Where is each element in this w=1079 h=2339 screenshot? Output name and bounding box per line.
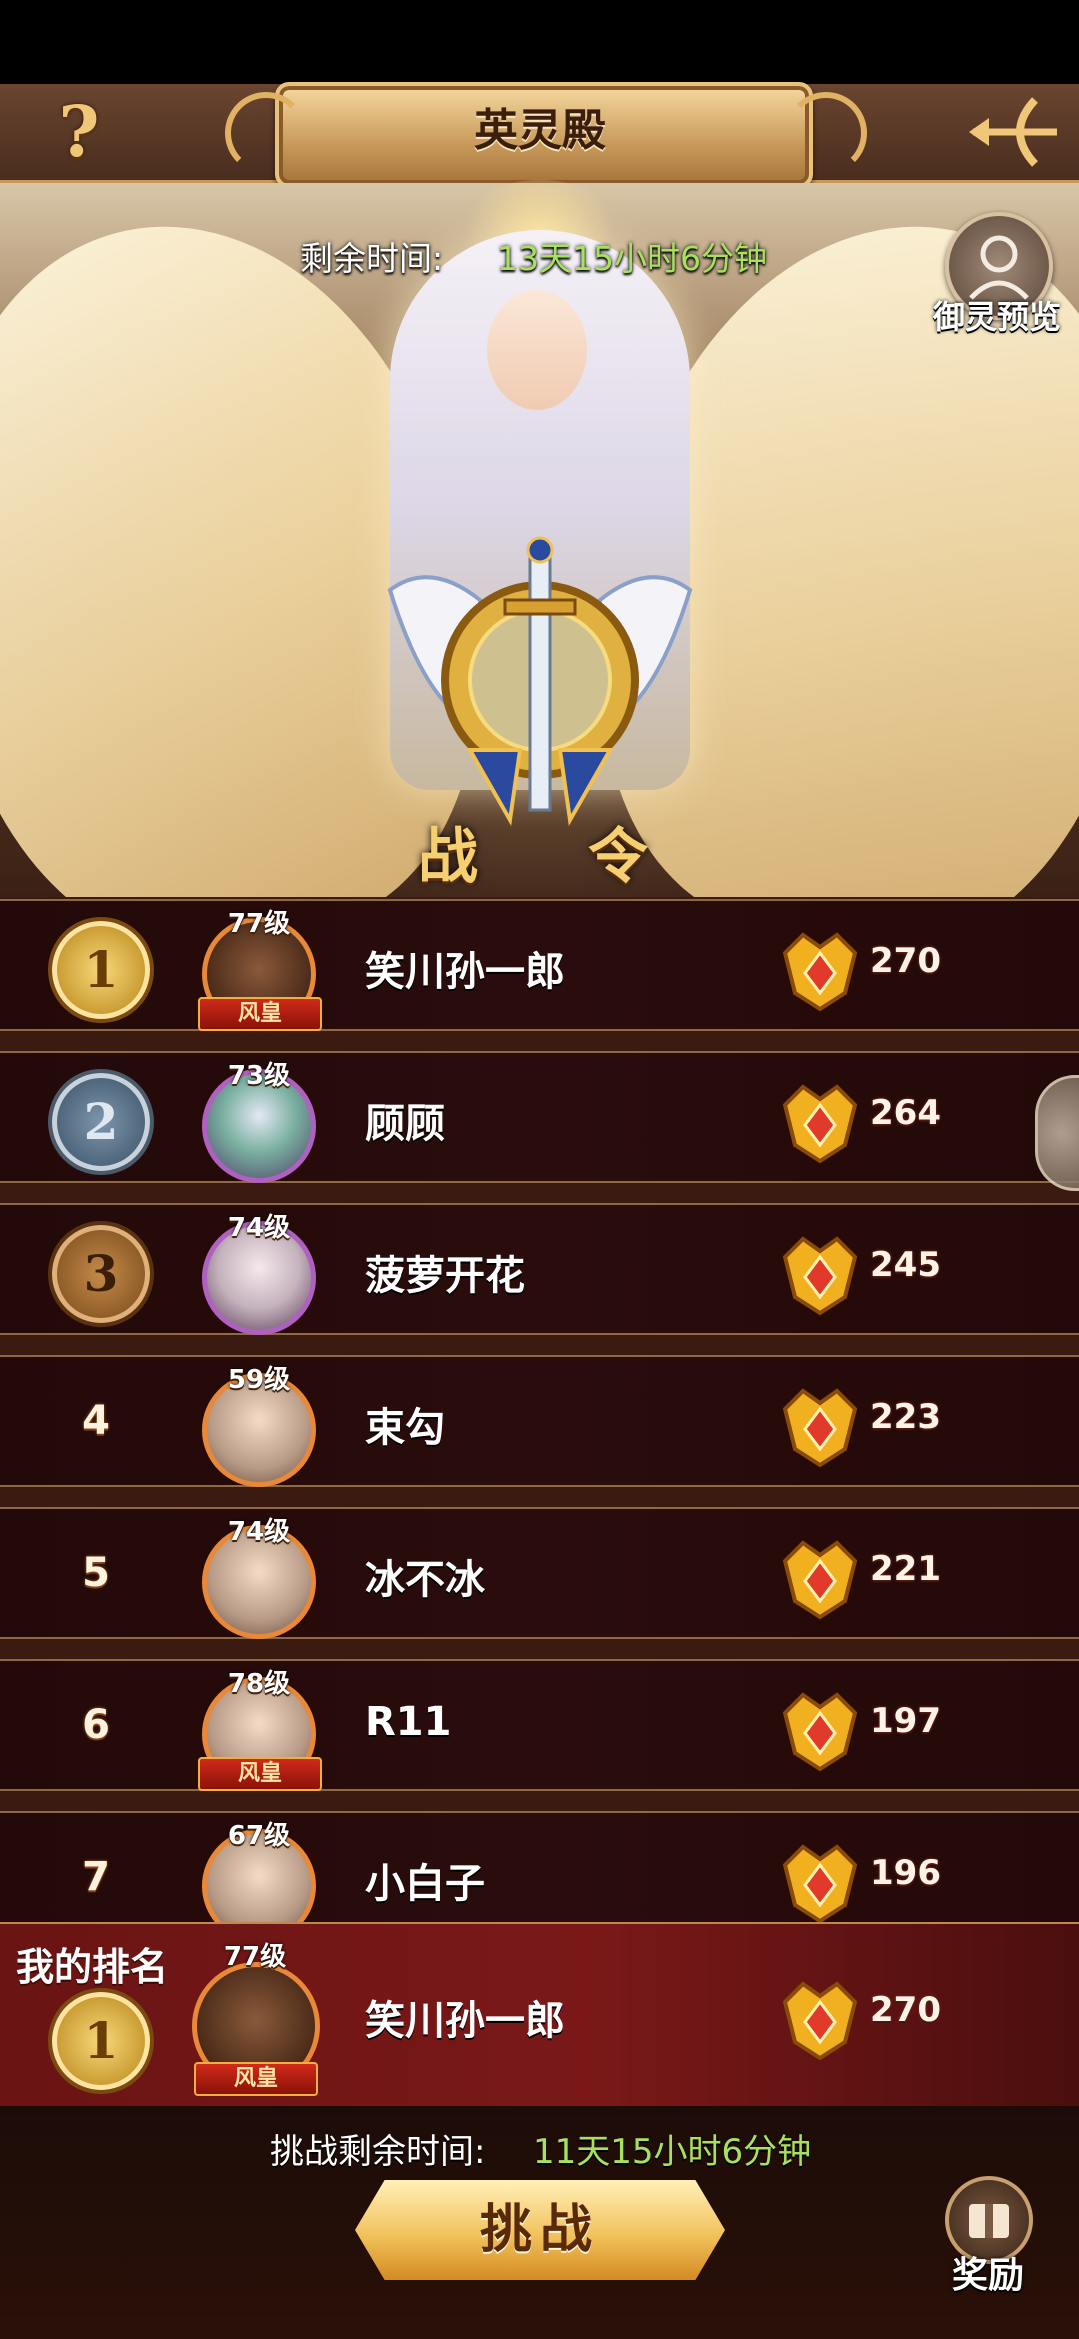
player-level: 59级 <box>227 1365 291 1395</box>
player-score: 223 <box>870 1397 941 1437</box>
player-level: 78级 <box>227 1669 291 1699</box>
player-score: 196 <box>870 1853 941 1893</box>
player-level: 67级 <box>227 1821 291 1851</box>
page-title: 英灵殿 <box>474 105 606 156</box>
player-name: 冰不冰 <box>365 1557 485 1603</box>
player-score: 270 <box>870 1990 941 2030</box>
bow-arrow-back-icon[interactable] <box>965 92 1065 172</box>
player-score: 245 <box>870 1245 941 1285</box>
score-trophy-icon <box>782 1236 858 1316</box>
player-score: 197 <box>870 1701 941 1741</box>
ranking-row-1[interactable]: 1 77级 风皇 笑川孙一郎 270 <box>0 899 1079 1031</box>
remaining-time-label: 剩余时间: <box>300 239 444 278</box>
rank-number: 5 <box>82 1550 110 1596</box>
order-label-char-1: 战 <box>418 822 478 892</box>
rank-number: 7 <box>82 1854 110 1900</box>
remaining-time-value: 13天15小时6分钟 <box>497 239 767 278</box>
score-trophy-icon <box>782 1692 858 1772</box>
ranking-row-7[interactable]: 7 67级 小白子 196 <box>0 1811 1079 1924</box>
challenge-button-label[interactable]: 挑战 <box>355 2180 725 2280</box>
player-name: 菠萝开花 <box>365 1253 525 1299</box>
player-name: 笑川孙一郎 <box>365 949 565 995</box>
gold-medal-icon: 1 <box>52 1992 150 2090</box>
vip-badge: 风皇 <box>198 997 322 1031</box>
reward-label[interactable]: 奖励 <box>938 2246 1038 2298</box>
battle-order-emblem-icon[interactable] <box>370 530 710 840</box>
ranking-row-6[interactable]: 6 78级 风皇 R11 197 <box>0 1659 1079 1791</box>
order-label-char-2: 令 <box>588 822 648 892</box>
player-name: 小白子 <box>365 1861 485 1907</box>
player-level: 74级 <box>227 1517 291 1547</box>
my-rank-label: 我的排名 <box>16 1945 169 1989</box>
player-score: 264 <box>870 1093 941 1133</box>
player-level: 77级 <box>227 909 291 939</box>
ranking-row-5[interactable]: 5 74级 冰不冰 221 <box>0 1507 1079 1639</box>
player-name: 顾顾 <box>365 1101 445 1147</box>
bronze-medal-icon: 3 <box>52 1225 150 1323</box>
preview-label[interactable]: 御灵预览 <box>922 292 1072 338</box>
challenge-time-label: 挑战剩余时间: <box>270 2132 486 2172</box>
gold-medal-icon: 1 <box>52 921 150 1019</box>
rank-number: 6 <box>82 1702 110 1748</box>
player-name: R11 <box>365 1699 452 1745</box>
score-trophy-icon <box>782 1540 858 1620</box>
question-mark-icon[interactable]: ? <box>44 92 114 172</box>
vip-badge: 风皇 <box>194 2062 318 2096</box>
player-score: 221 <box>870 1549 941 1589</box>
vip-badge: 风皇 <box>198 1757 322 1791</box>
side-scroll-button[interactable] <box>1035 1075 1079 1191</box>
ranking-row-2[interactable]: 2 73级 顾顾 264 <box>0 1051 1079 1183</box>
player-name: 笑川孙一郎 <box>365 1998 565 2044</box>
player-level: 74级 <box>227 1213 291 1243</box>
score-trophy-icon <box>782 1388 858 1468</box>
score-trophy-icon <box>782 1084 858 1164</box>
player-name: 束勾 <box>365 1405 445 1451</box>
score-trophy-icon <box>782 932 858 1012</box>
score-trophy-icon <box>782 1844 858 1922</box>
score-trophy-icon <box>782 1981 858 2061</box>
challenge-time-value: 11天15小时6分钟 <box>533 2132 812 2172</box>
ranking-row-3[interactable]: 3 74级 菠萝开花 245 <box>0 1203 1079 1335</box>
player-level: 77级 <box>223 1942 287 1972</box>
player-level: 73级 <box>227 1061 291 1091</box>
silver-medal-icon: 2 <box>52 1073 150 1171</box>
player-score: 270 <box>870 941 941 981</box>
angel-face <box>487 290 587 410</box>
rank-number: 4 <box>82 1398 110 1444</box>
ranking-row-4[interactable]: 4 59级 束勾 223 <box>0 1355 1079 1487</box>
